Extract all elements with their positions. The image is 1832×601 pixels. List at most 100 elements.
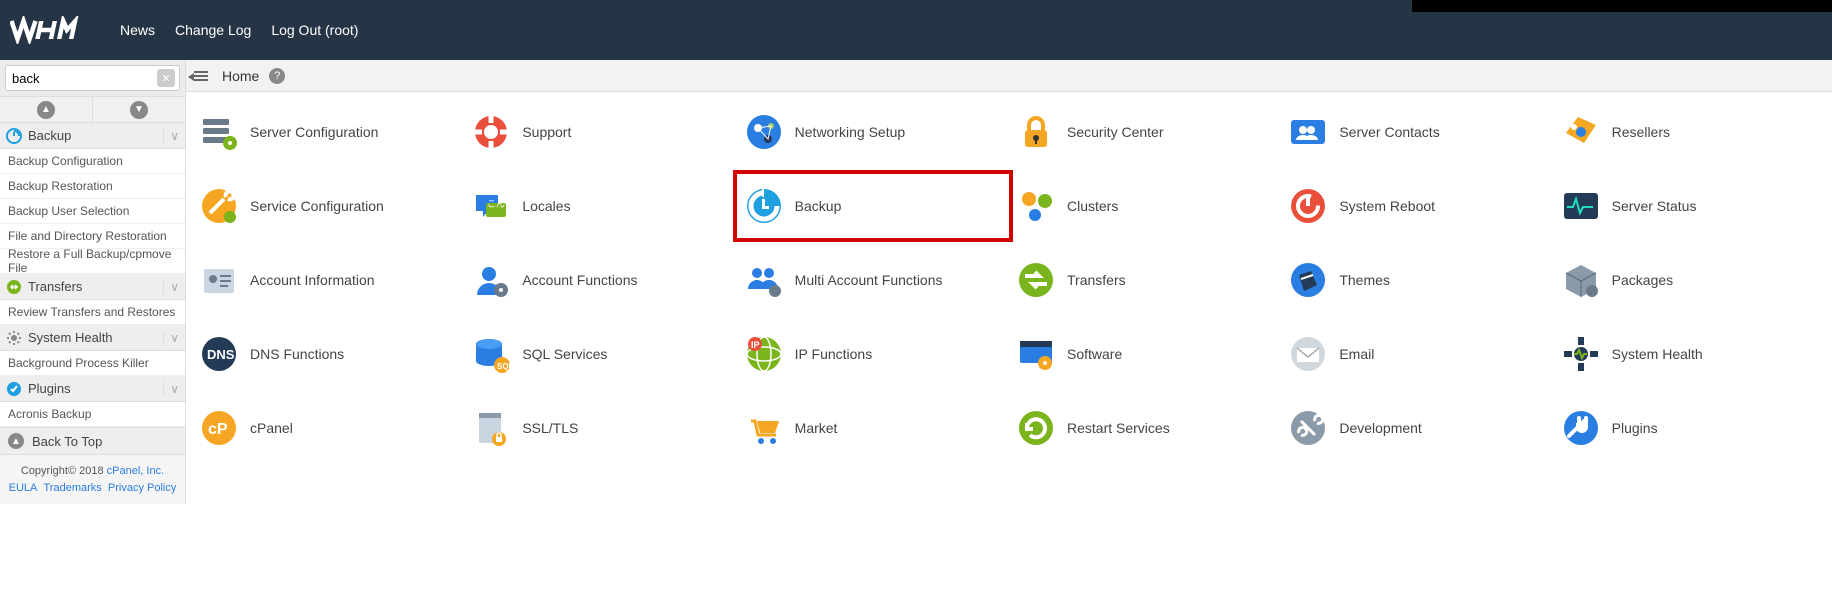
tile-label: SQL Services: [522, 346, 607, 362]
svg-text:DNS: DNS: [207, 347, 235, 362]
section-icon: [6, 330, 22, 346]
tile-label: SSL/TLS: [522, 420, 578, 436]
tile-label: Email: [1339, 346, 1374, 362]
tile-label: Resellers: [1612, 124, 1670, 140]
clusters-icon: [1017, 187, 1055, 225]
tile-server-contacts[interactable]: Server Contacts: [1289, 110, 1545, 154]
sidebar-item[interactable]: Restore a Full Backup/cpmove File: [0, 249, 185, 274]
tile-service-configuration[interactable]: Service Configuration: [200, 184, 456, 228]
tile-networking-setup[interactable]: Networking Setup: [745, 110, 1001, 154]
tile-system-health[interactable]: System Health: [1562, 332, 1818, 376]
section-icon: [6, 381, 22, 397]
tile-server-status[interactable]: Server Status: [1562, 184, 1818, 228]
svg-text:SQL: SQL: [497, 362, 510, 371]
tile-clusters[interactable]: Clusters: [1017, 184, 1273, 228]
tile-support[interactable]: Support: [472, 110, 728, 154]
tile-dns-functions[interactable]: DNSDNS Functions: [200, 332, 456, 376]
back-to-top[interactable]: ▲ Back To Top: [0, 427, 185, 455]
sidebar-section-system-health[interactable]: System Health∨: [0, 325, 185, 351]
search-clear-icon[interactable]: ✕: [157, 69, 175, 87]
section-label: Transfers: [28, 279, 82, 294]
tile-plugins[interactable]: Plugins: [1562, 406, 1818, 450]
sidebar-item[interactable]: Backup User Selection: [0, 199, 185, 224]
sidebar-section-transfers[interactable]: Transfers ∨: [0, 274, 185, 300]
tile-account-functions[interactable]: Account Functions: [472, 258, 728, 302]
tile-label: Development: [1339, 420, 1422, 436]
account-func-icon: [472, 261, 510, 299]
tile-label: Market: [795, 420, 838, 436]
tile-label: Transfers: [1067, 272, 1126, 288]
tile-label: Software: [1067, 346, 1122, 362]
footer: Copyright© 2018 cPanel, Inc. EULA Tradem…: [0, 455, 185, 504]
tile-locales[interactable]: こんLocales: [472, 184, 728, 228]
tile-email[interactable]: Email: [1289, 332, 1545, 376]
sidebar-toggle-icon[interactable]: [194, 71, 212, 81]
svg-text:IP: IP: [751, 340, 760, 350]
sidebar-item[interactable]: File and Directory Restoration: [0, 224, 185, 249]
tile-resellers[interactable]: Resellers: [1562, 110, 1818, 154]
tile-packages[interactable]: Packages: [1562, 258, 1818, 302]
tile-cpanel[interactable]: cPcPanel: [200, 406, 456, 450]
tile-ip-functions[interactable]: IP IP Functions: [745, 332, 1001, 376]
plugins-icon: [1562, 409, 1600, 447]
tile-transfers[interactable]: Transfers: [1017, 258, 1273, 302]
tile-sql-services[interactable]: SQL SQL Services: [472, 332, 728, 376]
tile-label: System Reboot: [1339, 198, 1435, 214]
tile-account-information[interactable]: Account Information: [200, 258, 456, 302]
chevron-down-icon: ∨: [163, 382, 179, 396]
tile-themes[interactable]: Themes: [1289, 258, 1545, 302]
tile-label: Service Configuration: [250, 198, 384, 214]
tile-development[interactable]: Development: [1289, 406, 1545, 450]
sidebar-item[interactable]: Backup Configuration: [0, 149, 185, 174]
footer-eula-link[interactable]: EULA: [9, 482, 38, 494]
chevron-down-icon: ∨: [163, 280, 179, 294]
back-to-top-label: Back To Top: [32, 434, 102, 449]
sidebar-item[interactable]: Background Process Killer: [0, 351, 185, 376]
nav-logout[interactable]: Log Out (root): [271, 22, 358, 38]
sidebar-item[interactable]: Acronis Backup: [0, 402, 185, 427]
nav-changelog[interactable]: Change Log: [175, 22, 251, 38]
collapse-all-button[interactable]: ▲: [0, 97, 93, 122]
chevron-down-icon: ∨: [163, 129, 179, 143]
tile-market[interactable]: Market: [745, 406, 1001, 450]
help-icon[interactable]: ?: [269, 68, 285, 84]
cpanel-icon: cP: [200, 409, 238, 447]
tile-label: Account Functions: [522, 272, 637, 288]
tile-label: Server Configuration: [250, 124, 378, 140]
sidebar-item[interactable]: Backup Restoration: [0, 174, 185, 199]
tile-label: IP Functions: [795, 346, 873, 362]
search-input[interactable]: [5, 65, 180, 91]
tile-software[interactable]: Software: [1017, 332, 1273, 376]
search-row: ✕: [0, 60, 185, 97]
contacts-icon: [1289, 113, 1327, 151]
dns-icon: DNS: [200, 335, 238, 373]
tile-ssl-tls[interactable]: SSL/TLS: [472, 406, 728, 450]
breadcrumb-label: Home: [222, 68, 259, 84]
tile-backup[interactable]: Backup: [733, 170, 1013, 242]
expand-all-button[interactable]: ▼: [93, 97, 185, 122]
whm-logo: [10, 10, 100, 50]
section-icon: [6, 279, 22, 295]
footer-cpanel-link[interactable]: cPanel, Inc.: [107, 465, 164, 477]
tile-label: Locales: [522, 198, 570, 214]
nav-news[interactable]: News: [120, 22, 155, 38]
tile-grid: Server Configuration Support Networking Se…: [186, 92, 1832, 480]
tile-system-reboot[interactable]: System Reboot: [1289, 184, 1545, 228]
health-icon: [1562, 335, 1600, 373]
content: Home ? Server Configuration Support Networ…: [186, 60, 1832, 504]
redacted-bar: [1412, 0, 1832, 12]
tile-server-configuration[interactable]: Server Configuration: [200, 110, 456, 154]
tile-label: Account Information: [250, 272, 375, 288]
tile-multi-account-functions[interactable]: Multi Account Functions: [745, 258, 1001, 302]
sidebar-item[interactable]: Review Transfers and Restores: [0, 300, 185, 325]
footer-privacy-link[interactable]: Privacy Policy: [108, 482, 176, 494]
tile-restart-services[interactable]: Restart Services: [1017, 406, 1273, 450]
sidebar-section-plugins[interactable]: Plugins∨: [0, 376, 185, 402]
restart-icon: [1017, 409, 1055, 447]
service-config-icon: [200, 187, 238, 225]
ip-icon: IP: [745, 335, 783, 373]
sidebar-section-backup[interactable]: Backup∨: [0, 123, 185, 149]
footer-trademarks-link[interactable]: Trademarks: [44, 482, 102, 494]
tile-security-center[interactable]: Security Center: [1017, 110, 1273, 154]
sql-icon: SQL: [472, 335, 510, 373]
